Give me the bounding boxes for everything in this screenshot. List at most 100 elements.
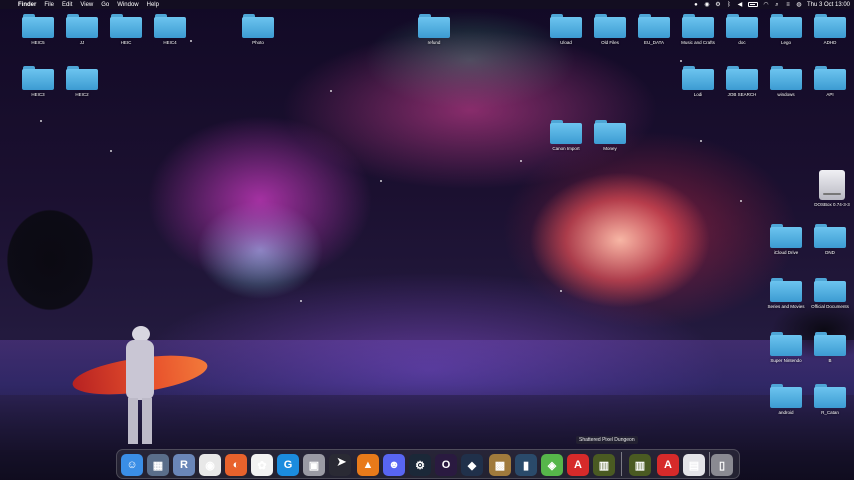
folder-label: Photo xyxy=(252,40,264,45)
desktop-folder[interactable]: B xyxy=(808,332,852,376)
menu-view[interactable]: View xyxy=(80,2,93,8)
dock-bluestacks-icon[interactable]: ◈ xyxy=(541,454,563,476)
record-icon[interactable]: ◉ xyxy=(704,2,710,8)
desktop-folder[interactable]: HEIC5 xyxy=(16,14,60,58)
desktop-folder[interactable]: Old Files xyxy=(588,14,632,58)
folder-label: HEIC3 xyxy=(31,92,45,97)
menu-app-name[interactable]: Finder xyxy=(18,2,36,8)
folder-icon xyxy=(638,14,670,38)
dock-chrome-icon[interactable]: ◉ xyxy=(199,454,221,476)
folder-label: Official Documents xyxy=(811,304,849,309)
folder-label: windows xyxy=(777,92,795,97)
desktop-folder[interactable]: Lego xyxy=(764,14,808,58)
desktop-folder[interactable]: Uload xyxy=(544,14,588,58)
folder-label: Money xyxy=(603,146,617,151)
desktop-folder[interactable]: iCloud Drive xyxy=(764,224,808,268)
desktop-folder[interactable]: Money xyxy=(588,120,632,164)
folder-icon xyxy=(770,224,802,248)
dock-vlc-icon[interactable]: ▲ xyxy=(357,454,379,476)
dock-firefox-icon[interactable]: ◐ xyxy=(225,454,247,476)
desktop-folder[interactable]: Super Nintendo xyxy=(764,332,808,376)
dock-game-app-icon[interactable]: ◆ xyxy=(461,454,483,476)
folder-label: ADHD xyxy=(823,40,837,45)
folder-icon xyxy=(770,14,802,38)
folder-label: JJ xyxy=(79,40,85,45)
desktop-folder[interactable]: ADHD xyxy=(808,14,852,58)
folder-icon xyxy=(682,14,714,38)
battery-icon[interactable] xyxy=(747,2,758,7)
dock-r-app-icon[interactable]: R xyxy=(173,454,195,476)
folder-label: Music and Crafts xyxy=(681,40,715,45)
dock-o-app-icon[interactable]: O xyxy=(435,454,457,476)
dock-acrobat-icon[interactable]: A xyxy=(567,454,589,476)
dock-g-hub-icon[interactable]: G xyxy=(277,454,299,476)
desktop-folder[interactable]: HEIC3 xyxy=(16,66,60,110)
gear-icon[interactable]: ⚙ xyxy=(715,2,721,8)
desktop-folder[interactable]: JOB SEARCH xyxy=(720,66,764,110)
desktop-folder[interactable]: Official Documents xyxy=(808,278,852,322)
desktop-folder[interactable]: HEIC4 xyxy=(148,14,192,58)
dock-printer-icon[interactable]: ▣ xyxy=(303,454,325,476)
menu-bar: Finder File Edit View Go Window Help ● ◉… xyxy=(0,0,854,9)
dock-discord-icon[interactable]: ☻ xyxy=(383,454,405,476)
dock-photos-icon[interactable]: ✿ xyxy=(251,454,273,476)
menu-edit[interactable]: Edit xyxy=(62,2,72,8)
folder-icon xyxy=(22,14,54,38)
desktop-folder[interactable]: android xyxy=(764,384,808,428)
volume-icon[interactable]: ◀ xyxy=(737,2,743,8)
control-center-icon[interactable]: ≡ xyxy=(785,2,791,8)
dock-acrobat-2-icon[interactable]: A xyxy=(657,454,679,476)
dock-pixel-dungeon-2-icon[interactable]: ▥ xyxy=(629,454,651,476)
folder-icon xyxy=(814,384,846,408)
dock-pixel-dungeon-icon[interactable]: ▥ xyxy=(593,454,615,476)
desktop-folder[interactable]: Series and Movies xyxy=(764,278,808,322)
desktop-folder[interactable]: EU_DATA xyxy=(632,14,676,58)
folder-label: B xyxy=(828,358,832,363)
desktop-folder[interactable]: Canon Import xyxy=(544,120,588,164)
desktop-folder[interactable]: Lodi xyxy=(676,66,720,110)
menu-file[interactable]: File xyxy=(44,2,54,8)
dock-dosbox-icon[interactable]: ▩ xyxy=(489,454,511,476)
desktop-folder[interactable]: JJ xyxy=(60,14,104,58)
folder-icon xyxy=(770,66,802,90)
menu-clock[interactable]: Thu 3 Oct 13:00 xyxy=(807,2,850,8)
desktop-folder[interactable]: Music and Crafts xyxy=(676,14,720,58)
desktop-folder[interactable]: windows xyxy=(764,66,808,110)
menu-help[interactable]: Help xyxy=(147,2,159,8)
folder-icon xyxy=(154,14,186,38)
desktop-folder[interactable]: HEIC2 xyxy=(60,66,104,110)
folder-icon xyxy=(726,14,758,38)
folder-icon xyxy=(66,66,98,90)
dock-steam-icon[interactable]: ⚙ xyxy=(409,454,431,476)
drive-label: DOSBox 0.74-3-3 xyxy=(814,202,850,207)
bluetooth-icon[interactable]: ᛒ xyxy=(726,2,732,8)
dock-photo-preview-icon[interactable]: ▦ xyxy=(147,454,169,476)
status-circle-icon[interactable]: ● xyxy=(693,2,699,8)
desktop-folder[interactable]: Photo xyxy=(236,14,280,58)
dock-trash-icon[interactable]: ▯ xyxy=(711,454,733,476)
wallpaper-tree xyxy=(0,190,120,350)
dock-finder-icon[interactable]: ☺ xyxy=(121,454,143,476)
desktop-folder[interactable]: DND xyxy=(808,224,852,268)
desktop-folder[interactable]: refund xyxy=(412,14,456,58)
menu-go[interactable]: Go xyxy=(101,2,109,8)
wifi-icon[interactable]: ◠ xyxy=(763,2,769,8)
folder-label: Super Nintendo xyxy=(770,358,802,363)
folder-icon xyxy=(814,278,846,302)
folder-icon xyxy=(814,14,846,38)
desktop-drive[interactable]: DOSBox 0.74-3-3 xyxy=(810,170,854,214)
folder-label: JOB SEARCH xyxy=(727,92,757,97)
dock-separator xyxy=(709,452,710,476)
menu-window[interactable]: Window xyxy=(117,2,138,8)
desktop-folder[interactable]: R_Catan xyxy=(808,384,852,428)
folder-icon xyxy=(814,332,846,356)
dock-preview-doc-icon[interactable]: ▤ xyxy=(683,454,705,476)
desktop-folder[interactable]: API xyxy=(808,66,852,110)
siri-icon[interactable]: ◍ xyxy=(796,2,802,8)
folder-label: HEIC xyxy=(120,40,132,45)
desktop-folder[interactable]: HEIC xyxy=(104,14,148,58)
wallpaper-astronaut xyxy=(122,326,158,446)
search-icon[interactable]: ⌕ xyxy=(774,2,780,8)
dock-charts-app-icon[interactable]: ▮ xyxy=(515,454,537,476)
desktop-folder[interactable]: doc xyxy=(720,14,764,58)
